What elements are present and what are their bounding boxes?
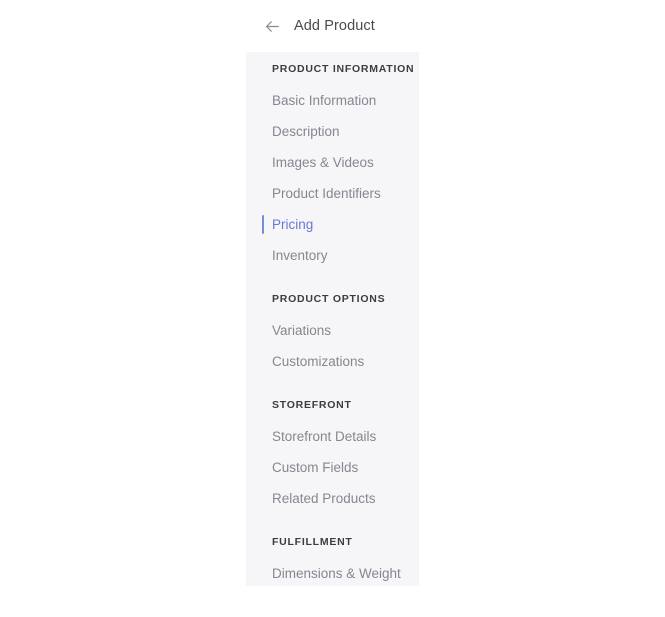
sidebar-item-variations[interactable]: Variations — [246, 315, 419, 346]
sidebar-item-custom-fields[interactable]: Custom Fields — [246, 452, 419, 483]
sidebar-item-pricing[interactable]: Pricing — [246, 209, 419, 240]
sidebar-item-dimensions-weight[interactable]: Dimensions & Weight — [246, 558, 419, 586]
page-header: Add Product — [246, 0, 420, 52]
nav-section-heading: PRODUCT OPTIONS — [272, 293, 386, 305]
sidebar-item-related-products[interactable]: Related Products — [246, 483, 419, 514]
sidebar-item-basic-information[interactable]: Basic Information — [246, 85, 419, 116]
nav-section-heading: FULFILLMENT — [272, 536, 353, 548]
sidebar-item-storefront-details[interactable]: Storefront Details — [246, 421, 419, 452]
nav-section-heading: PRODUCT INFORMATION — [272, 63, 415, 75]
sidebar-item-customizations[interactable]: Customizations — [246, 346, 419, 377]
sidebar-item-product-identifiers[interactable]: Product Identifiers — [246, 178, 419, 209]
arrow-left-icon — [264, 18, 281, 35]
nav-list: PRODUCT INFORMATION Basic Information Desc… — [246, 52, 419, 586]
sidebar-item-description[interactable]: Description — [246, 116, 419, 147]
product-nav: PRODUCT INFORMATION Basic Information Desc… — [246, 52, 419, 586]
page-title: Add Product — [294, 18, 375, 34]
sidebar-item-images-videos[interactable]: Images & Videos — [246, 147, 419, 178]
sidebar-item-inventory[interactable]: Inventory — [246, 240, 419, 271]
nav-section-heading: STOREFRONT — [272, 399, 352, 411]
product-nav-panel: PRODUCT INFORMATION Basic Information Desc… — [246, 52, 419, 586]
back-button[interactable] — [260, 14, 284, 38]
